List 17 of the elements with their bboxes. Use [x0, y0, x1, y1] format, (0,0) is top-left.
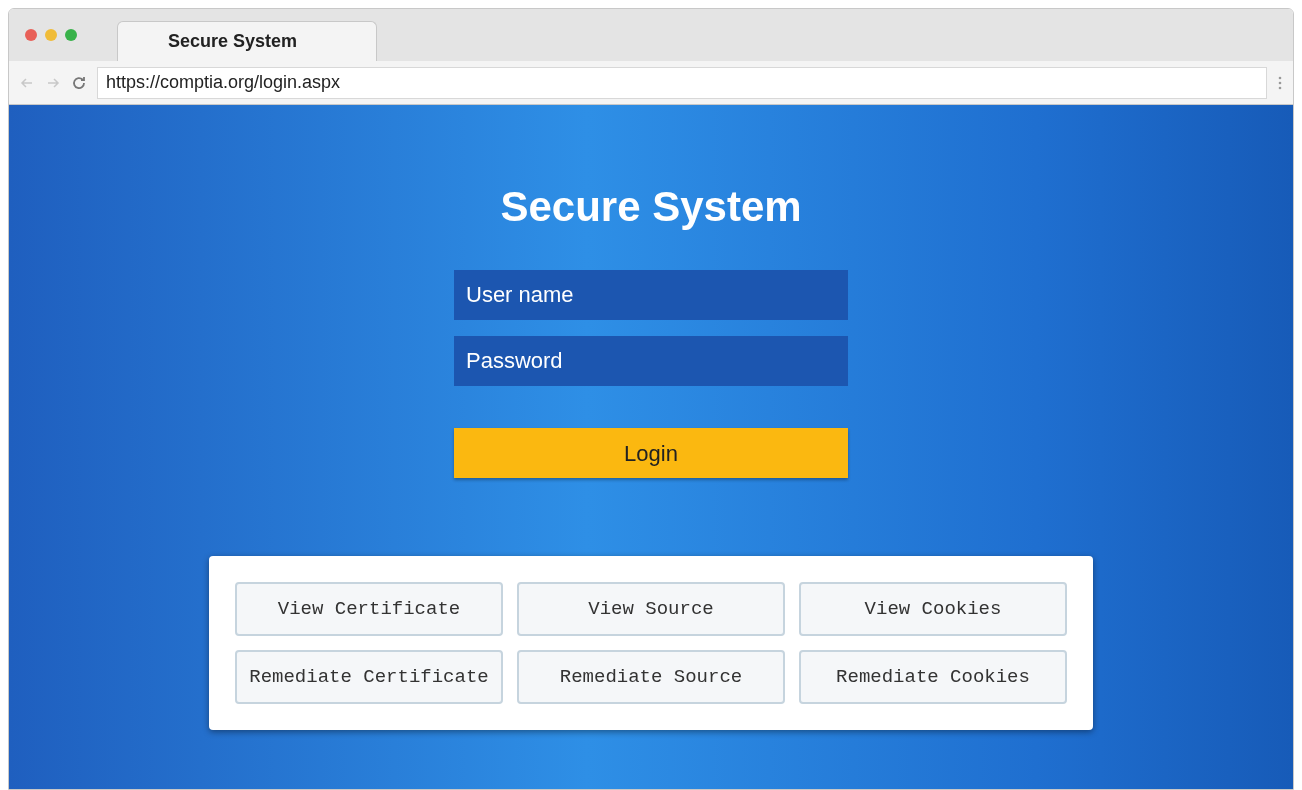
address-bar[interactable]: https://comptia.org/login.aspx [97, 66, 1267, 99]
action-button[interactable]: View Source [517, 582, 785, 636]
action-button[interactable]: View Certificate [235, 582, 503, 636]
menu-icon[interactable] [1277, 74, 1283, 91]
close-window-button[interactable] [25, 29, 37, 41]
action-button[interactable]: Remediate Source [517, 650, 785, 704]
username-field[interactable]: User name [454, 270, 848, 320]
minimize-window-button[interactable] [45, 29, 57, 41]
action-button[interactable]: View Cookies [799, 582, 1067, 636]
login-button[interactable]: Login [454, 428, 848, 478]
reload-icon[interactable] [71, 74, 87, 91]
maximize-window-button[interactable] [65, 29, 77, 41]
password-field[interactable]: Password [454, 336, 848, 386]
browser-tab[interactable]: Secure System [117, 21, 377, 61]
page-title: Secure System [500, 182, 802, 232]
action-button[interactable]: Remediate Certificate [235, 650, 503, 704]
action-button[interactable]: Remediate Cookies [799, 650, 1067, 704]
